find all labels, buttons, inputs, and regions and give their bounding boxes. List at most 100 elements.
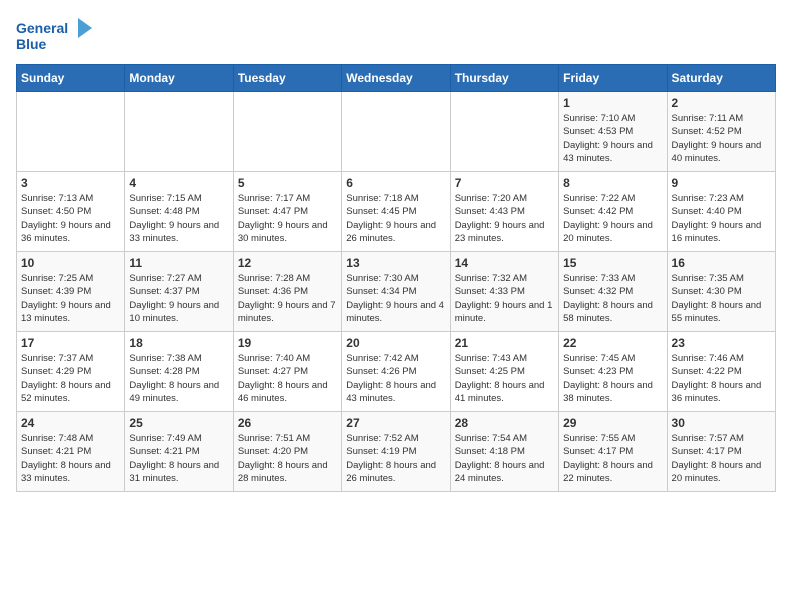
- day-info: Sunrise: 7:20 AM Sunset: 4:43 PM Dayligh…: [455, 192, 554, 245]
- day-number: 17: [21, 336, 120, 350]
- calendar-cell: 29 Sunrise: 7:55 AM Sunset: 4:17 PM Dayli…: [559, 412, 667, 492]
- day-number: 6: [346, 176, 445, 190]
- day-info: Sunrise: 7:27 AM Sunset: 4:37 PM Dayligh…: [129, 272, 228, 325]
- header: GeneralBlue: [16, 16, 776, 56]
- calendar-cell: 3 Sunrise: 7:13 AM Sunset: 4:50 PM Daylig…: [17, 172, 125, 252]
- day-header-monday: Monday: [125, 65, 233, 92]
- day-number: 23: [672, 336, 771, 350]
- day-header-sunday: Sunday: [17, 65, 125, 92]
- day-info: Sunrise: 7:22 AM Sunset: 4:42 PM Dayligh…: [563, 192, 662, 245]
- calendar-cell: 24Sunrise: 7:48 AM Sunset: 4:21 PM Dayli…: [17, 412, 125, 492]
- calendar-cell: [125, 92, 233, 172]
- day-number: 22: [563, 336, 662, 350]
- day-number: 2: [672, 96, 771, 110]
- calendar-cell: [450, 92, 558, 172]
- day-number: 1: [563, 96, 662, 110]
- day-info: Sunrise: 7:51 AM Sunset: 4:20 PM Dayligh…: [238, 432, 337, 485]
- day-number: 19: [238, 336, 337, 350]
- day-info: Sunrise: 7:11 AM Sunset: 4:52 PM Dayligh…: [672, 112, 771, 165]
- calendar-cell: 8 Sunrise: 7:22 AM Sunset: 4:42 PM Daylig…: [559, 172, 667, 252]
- day-info: Sunrise: 7:37 AM Sunset: 4:29 PM Dayligh…: [21, 352, 120, 405]
- calendar-cell: 12Sunrise: 7:28 AM Sunset: 4:36 PM Dayli…: [233, 252, 341, 332]
- day-info: Sunrise: 7:52 AM Sunset: 4:19 PM Dayligh…: [346, 432, 445, 485]
- day-info: Sunrise: 7:25 AM Sunset: 4:39 PM Dayligh…: [21, 272, 120, 325]
- calendar-cell: 14 Sunrise: 7:32 AM Sunset: 4:33 PM Dayli…: [450, 252, 558, 332]
- day-header-friday: Friday: [559, 65, 667, 92]
- day-number: 12: [238, 256, 337, 270]
- day-info: Sunrise: 7:40 AM Sunset: 4:27 PM Dayligh…: [238, 352, 337, 405]
- calendar-cell: 13Sunrise: 7:30 AM Sunset: 4:34 PM Dayli…: [342, 252, 450, 332]
- day-number: 11: [129, 256, 228, 270]
- calendar-cell: 30 Sunrise: 7:57 AM Sunset: 4:17 PM Dayli…: [667, 412, 775, 492]
- logo-svg: GeneralBlue: [16, 16, 96, 56]
- day-number: 21: [455, 336, 554, 350]
- day-number: 3: [21, 176, 120, 190]
- day-info: Sunrise: 7:55 AM Sunset: 4:17 PM Dayligh…: [563, 432, 662, 485]
- day-number: 7: [455, 176, 554, 190]
- calendar-cell: 26 Sunrise: 7:51 AM Sunset: 4:20 PM Dayli…: [233, 412, 341, 492]
- calendar-cell: [17, 92, 125, 172]
- calendar-cell: 19 Sunrise: 7:40 AM Sunset: 4:27 PM Dayli…: [233, 332, 341, 412]
- day-number: 20: [346, 336, 445, 350]
- day-info: Sunrise: 7:17 AM Sunset: 4:47 PM Dayligh…: [238, 192, 337, 245]
- calendar-cell: [342, 92, 450, 172]
- calendar-cell: 7 Sunrise: 7:20 AM Sunset: 4:43 PM Daylig…: [450, 172, 558, 252]
- day-info: Sunrise: 7:32 AM Sunset: 4:33 PM Dayligh…: [455, 272, 554, 325]
- day-info: Sunrise: 7:33 AM Sunset: 4:32 PM Dayligh…: [563, 272, 662, 325]
- calendar-cell: 1 Sunrise: 7:10 AM Sunset: 4:53 PM Daylig…: [559, 92, 667, 172]
- calendar-cell: 4 Sunrise: 7:15 AM Sunset: 4:48 PM Daylig…: [125, 172, 233, 252]
- day-info: Sunrise: 7:48 AM Sunset: 4:21 PM Dayligh…: [21, 432, 120, 485]
- logo: GeneralBlue: [16, 16, 96, 56]
- calendar-cell: 27 Sunrise: 7:52 AM Sunset: 4:19 PM Dayli…: [342, 412, 450, 492]
- day-number: 16: [672, 256, 771, 270]
- calendar-cell: 23 Sunrise: 7:46 AM Sunset: 4:22 PM Dayli…: [667, 332, 775, 412]
- day-header-tuesday: Tuesday: [233, 65, 341, 92]
- day-info: Sunrise: 7:18 AM Sunset: 4:45 PM Dayligh…: [346, 192, 445, 245]
- day-number: 27: [346, 416, 445, 430]
- day-number: 8: [563, 176, 662, 190]
- calendar-cell: 15 Sunrise: 7:33 AM Sunset: 4:32 PM Dayli…: [559, 252, 667, 332]
- day-info: Sunrise: 7:15 AM Sunset: 4:48 PM Dayligh…: [129, 192, 228, 245]
- calendar-cell: 22 Sunrise: 7:45 AM Sunset: 4:23 PM Dayli…: [559, 332, 667, 412]
- calendar-cell: 25 Sunrise: 7:49 AM Sunset: 4:21 PM Dayli…: [125, 412, 233, 492]
- calendar-cell: 28 Sunrise: 7:54 AM Sunset: 4:18 PM Dayli…: [450, 412, 558, 492]
- day-info: Sunrise: 7:43 AM Sunset: 4:25 PM Dayligh…: [455, 352, 554, 405]
- day-number: 13: [346, 256, 445, 270]
- day-header-saturday: Saturday: [667, 65, 775, 92]
- day-info: Sunrise: 7:54 AM Sunset: 4:18 PM Dayligh…: [455, 432, 554, 485]
- svg-text:General: General: [16, 20, 68, 36]
- calendar-cell: 9Sunrise: 7:23 AM Sunset: 4:40 PM Daylig…: [667, 172, 775, 252]
- calendar-cell: [233, 92, 341, 172]
- day-info: Sunrise: 7:35 AM Sunset: 4:30 PM Dayligh…: [672, 272, 771, 325]
- day-number: 30: [672, 416, 771, 430]
- day-number: 9: [672, 176, 771, 190]
- calendar-cell: 10 Sunrise: 7:25 AM Sunset: 4:39 PM Dayli…: [17, 252, 125, 332]
- day-number: 4: [129, 176, 228, 190]
- day-header-wednesday: Wednesday: [342, 65, 450, 92]
- day-header-thursday: Thursday: [450, 65, 558, 92]
- day-info: Sunrise: 7:49 AM Sunset: 4:21 PM Dayligh…: [129, 432, 228, 485]
- day-number: 25: [129, 416, 228, 430]
- day-info: Sunrise: 7:46 AM Sunset: 4:22 PM Dayligh…: [672, 352, 771, 405]
- day-info: Sunrise: 7:13 AM Sunset: 4:50 PM Dayligh…: [21, 192, 120, 245]
- calendar-cell: 5 Sunrise: 7:17 AM Sunset: 4:47 PM Daylig…: [233, 172, 341, 252]
- day-number: 10: [21, 256, 120, 270]
- day-number: 14: [455, 256, 554, 270]
- day-info: Sunrise: 7:57 AM Sunset: 4:17 PM Dayligh…: [672, 432, 771, 485]
- day-info: Sunrise: 7:45 AM Sunset: 4:23 PM Dayligh…: [563, 352, 662, 405]
- calendar-table: SundayMondayTuesdayWednesdayThursdayFrid…: [16, 64, 776, 492]
- calendar-cell: 20 Sunrise: 7:42 AM Sunset: 4:26 PM Dayli…: [342, 332, 450, 412]
- day-number: 5: [238, 176, 337, 190]
- calendar-cell: 11 Sunrise: 7:27 AM Sunset: 4:37 PM Dayli…: [125, 252, 233, 332]
- day-number: 15: [563, 256, 662, 270]
- day-number: 26: [238, 416, 337, 430]
- calendar-cell: 6 Sunrise: 7:18 AM Sunset: 4:45 PM Daylig…: [342, 172, 450, 252]
- day-info: Sunrise: 7:42 AM Sunset: 4:26 PM Dayligh…: [346, 352, 445, 405]
- day-number: 28: [455, 416, 554, 430]
- calendar-cell: 2 Sunrise: 7:11 AM Sunset: 4:52 PM Daylig…: [667, 92, 775, 172]
- day-number: 18: [129, 336, 228, 350]
- day-info: Sunrise: 7:10 AM Sunset: 4:53 PM Dayligh…: [563, 112, 662, 165]
- calendar-cell: 21 Sunrise: 7:43 AM Sunset: 4:25 PM Dayli…: [450, 332, 558, 412]
- day-number: 29: [563, 416, 662, 430]
- day-info: Sunrise: 7:38 AM Sunset: 4:28 PM Dayligh…: [129, 352, 228, 405]
